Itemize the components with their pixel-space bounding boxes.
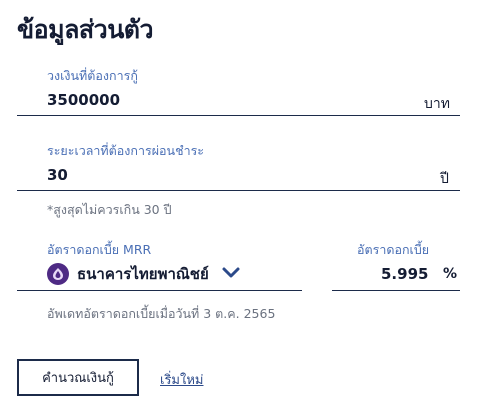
interest-unit: % [443, 266, 458, 282]
calculate-button[interactable]: คำนวณเงินกู้ [17, 359, 139, 396]
bank-name: ธนาคารไทยพาณิชย์ [77, 265, 209, 283]
reset-link[interactable]: เริ่มใหม่ [160, 369, 203, 390]
loan-term-unit: ปี [440, 171, 449, 187]
bank-select[interactable]: ธนาคารไทยพาณิชย์ [47, 262, 209, 286]
loan-term-label: ระยะเวลาที่ต้องการผ่อนชำระ [47, 143, 205, 158]
bank-select-underline [17, 290, 302, 291]
interest-underline [332, 290, 460, 291]
loan-amount-unit: บาท [424, 96, 450, 112]
interest-label: อัตราดอกเบี้ย [357, 242, 430, 257]
loan-amount-underline [17, 115, 460, 116]
chevron-down-icon[interactable] [221, 265, 241, 284]
interest-input[interactable]: 5.995 [381, 265, 428, 283]
loan-amount-label: วงเงินที่ต้องการกู้ [47, 68, 138, 83]
loan-term-underline [17, 190, 460, 191]
rate-update-note: อัพเดทอัตราดอกเบี้ยเมื่อวันที่ 3 ต.ค. 25… [47, 306, 276, 321]
page-title: ข้อมูลส่วนตัว [17, 15, 154, 44]
mrr-label: อัตราดอกเบี้ย MRR [47, 242, 152, 257]
loan-term-input[interactable]: 30 [47, 166, 68, 184]
loan-term-note: *สูงสุดไม่ควรเกิน 30 ปี [47, 202, 172, 217]
loan-amount-input[interactable]: 3500000 [47, 91, 120, 109]
bank-logo-icon [47, 263, 69, 285]
